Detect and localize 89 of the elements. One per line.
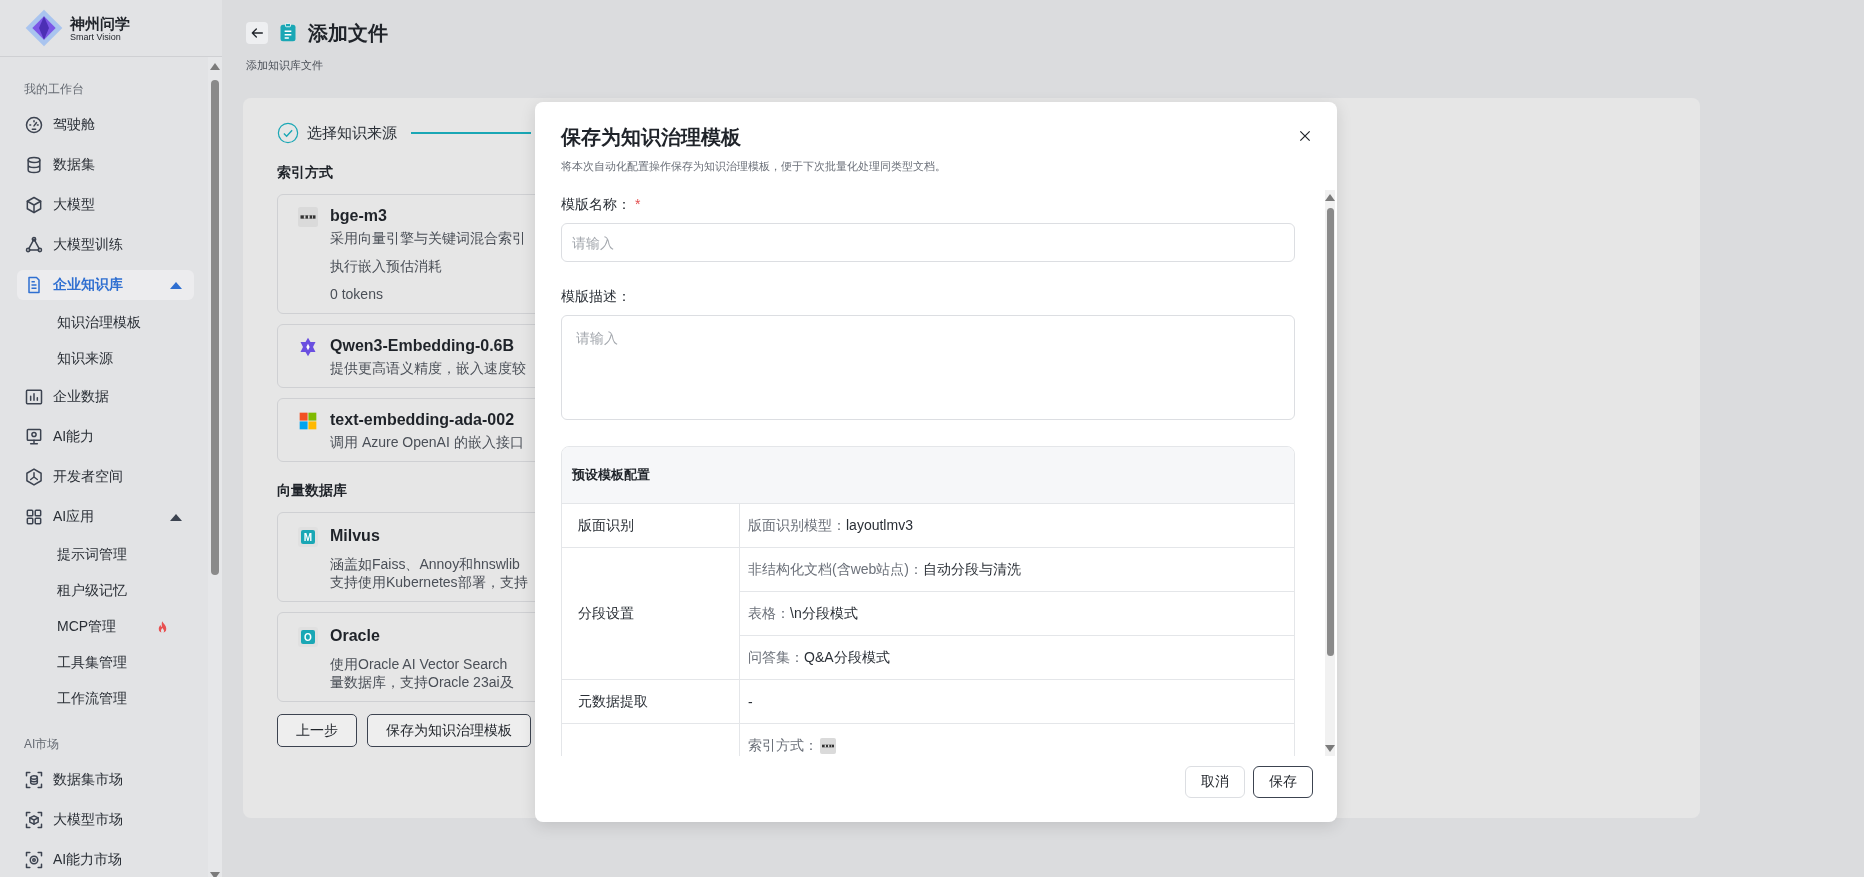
nav-item[interactable]: 企业数据 [17, 382, 194, 412]
step-label: 选择知识来源 [307, 123, 397, 143]
database-logo: M [298, 527, 318, 547]
logo-icon [298, 207, 318, 227]
nav-item[interactable]: 开发者空间 [17, 462, 194, 492]
nav-item[interactable]: 数据集市场 [17, 765, 194, 795]
description-field[interactable]: 请输入 [561, 315, 1295, 420]
nav-item[interactable]: AI应用 [17, 502, 194, 532]
nav-item[interactable]: 驾驶舱 [17, 110, 194, 140]
scrollbar[interactable] [208, 57, 222, 877]
back-button[interactable] [246, 22, 268, 44]
nav-item[interactable]: AI能力市场 [17, 845, 194, 875]
grid-icon [24, 507, 44, 527]
model-description: 调用 Azure OpenAI 的嵌入接口 [330, 433, 524, 451]
model-name: Qwen3-Embedding-0.6B [330, 337, 516, 355]
diamond-logo-icon [24, 8, 64, 48]
bracket-database-icon [24, 770, 44, 790]
row-label: 版面识别 [578, 516, 634, 535]
close-icon[interactable] [1297, 128, 1313, 144]
config-value: - [748, 693, 753, 710]
model-detail: 执行嵌入预估消耗 [330, 257, 443, 275]
config-value: 版面识别模型：layoutlmv3 [748, 516, 913, 535]
nav-item[interactable]: 数据集 [17, 150, 194, 180]
cancel-button[interactable]: 取消 [1185, 766, 1245, 798]
caret-icon [170, 281, 182, 289]
database-name: Milvus [330, 527, 381, 545]
nav-item[interactable]: 大模型训练 [17, 230, 194, 260]
row-label: 元数据提取 [578, 692, 648, 711]
name-field[interactable]: 请输入 [561, 223, 1295, 262]
bracket-cube-icon [24, 810, 44, 830]
logo-icon [820, 737, 836, 754]
database-name: Oracle [330, 627, 381, 645]
page-title: 添加文件 [308, 20, 388, 46]
brand-name: 神州问学 [70, 14, 130, 32]
bracket-target-icon [24, 850, 44, 870]
config-value: 问答集：Q&A分段模式 [748, 648, 890, 667]
nav-item[interactable]: 大模型 [17, 190, 194, 220]
dialog-subtitle: 将本次自动化配置操作保存为知识治理模板，便于下次批量化处理同类型文档。 [561, 159, 947, 174]
caret-icon [170, 513, 182, 521]
database-description: 使用Oracle AI Vector Search 量数据库，支持Oracle 23ai及 [330, 655, 514, 691]
model-description: 提供更高语义精度，嵌入速度较 [330, 359, 526, 377]
action-button[interactable]: 上一步 [277, 714, 357, 747]
nav-subitem[interactable]: 工具集管理 [57, 654, 194, 672]
back-arrow-icon [249, 25, 265, 41]
config-value: 表格：\n分段模式 [748, 604, 858, 623]
nav-subitem[interactable]: 工作流管理 [57, 690, 194, 708]
nav-item[interactable]: AI能力 [17, 422, 194, 452]
nodes-icon [24, 235, 44, 255]
field-label: 模版名称： [561, 196, 631, 214]
nav-item[interactable]: 企业知识库 [17, 270, 194, 300]
model-description: 采用向量引擎与关键词混合索引 [330, 229, 526, 247]
nav-subitem[interactable]: 知识来源 [57, 350, 194, 368]
model-name: text-embedding-ada-002 [330, 411, 516, 429]
section-title: 我的工作台 [24, 81, 85, 98]
brand-tagline: Smart Vision [70, 31, 121, 42]
clipboard-icon [278, 22, 298, 44]
star-logo-icon [298, 337, 318, 357]
nav-subitem[interactable]: 租户级记忆 [57, 582, 194, 600]
section-heading: 索引方式 [277, 164, 334, 182]
nav-subitem[interactable]: 提示词管理 [57, 546, 194, 564]
database-logo: O [298, 627, 318, 647]
database-icon [24, 155, 44, 175]
model-detail: 0 tokens [330, 285, 384, 303]
required-mark: * [635, 196, 641, 214]
gauge-icon [24, 115, 44, 135]
hexagon-icon [24, 467, 44, 487]
monitor-icon [24, 427, 44, 447]
model-card[interactable]: text-embedding-ada-002 调用 Azure OpenAI 的嵌入接口 [277, 398, 535, 462]
page-subtitle: 添加知识库文件 [246, 58, 324, 73]
section-heading: 向量数据库 [277, 482, 348, 500]
field-label: 模版描述： [561, 288, 632, 306]
nav-subitem[interactable]: 知识治理模板 [57, 314, 194, 332]
nav-subitem[interactable]: MCP管理 [57, 618, 147, 636]
model-name: bge-m3 [330, 207, 388, 225]
table-heading: 预设模板配置 [562, 447, 1294, 504]
windows-logo-icon [298, 411, 318, 431]
logo[interactable]: 神州问学 Smart Vision [0, 0, 222, 57]
nav-item[interactable]: 大模型市场 [17, 805, 194, 835]
cube-icon [24, 195, 44, 215]
section-title: AI市场 [24, 736, 61, 753]
action-button[interactable]: 保存为知识治理模板 [367, 714, 531, 747]
config-value: 索引方式： [748, 736, 818, 755]
row-label: 分段设置 [578, 604, 634, 623]
dialog-title: 保存为知识治理模板 [561, 125, 741, 150]
save-button[interactable]: 保存 [1253, 766, 1313, 798]
bar-chart-icon [24, 387, 44, 407]
database-description: 涵盖如Faiss、Annoy和hnswlib 支持使用Kubernetes部署，支持 [330, 555, 528, 591]
config-value: 非结构化文档(含web站点)：自动分段与清洗 [748, 560, 1021, 579]
scrollbar[interactable] [1325, 190, 1335, 756]
